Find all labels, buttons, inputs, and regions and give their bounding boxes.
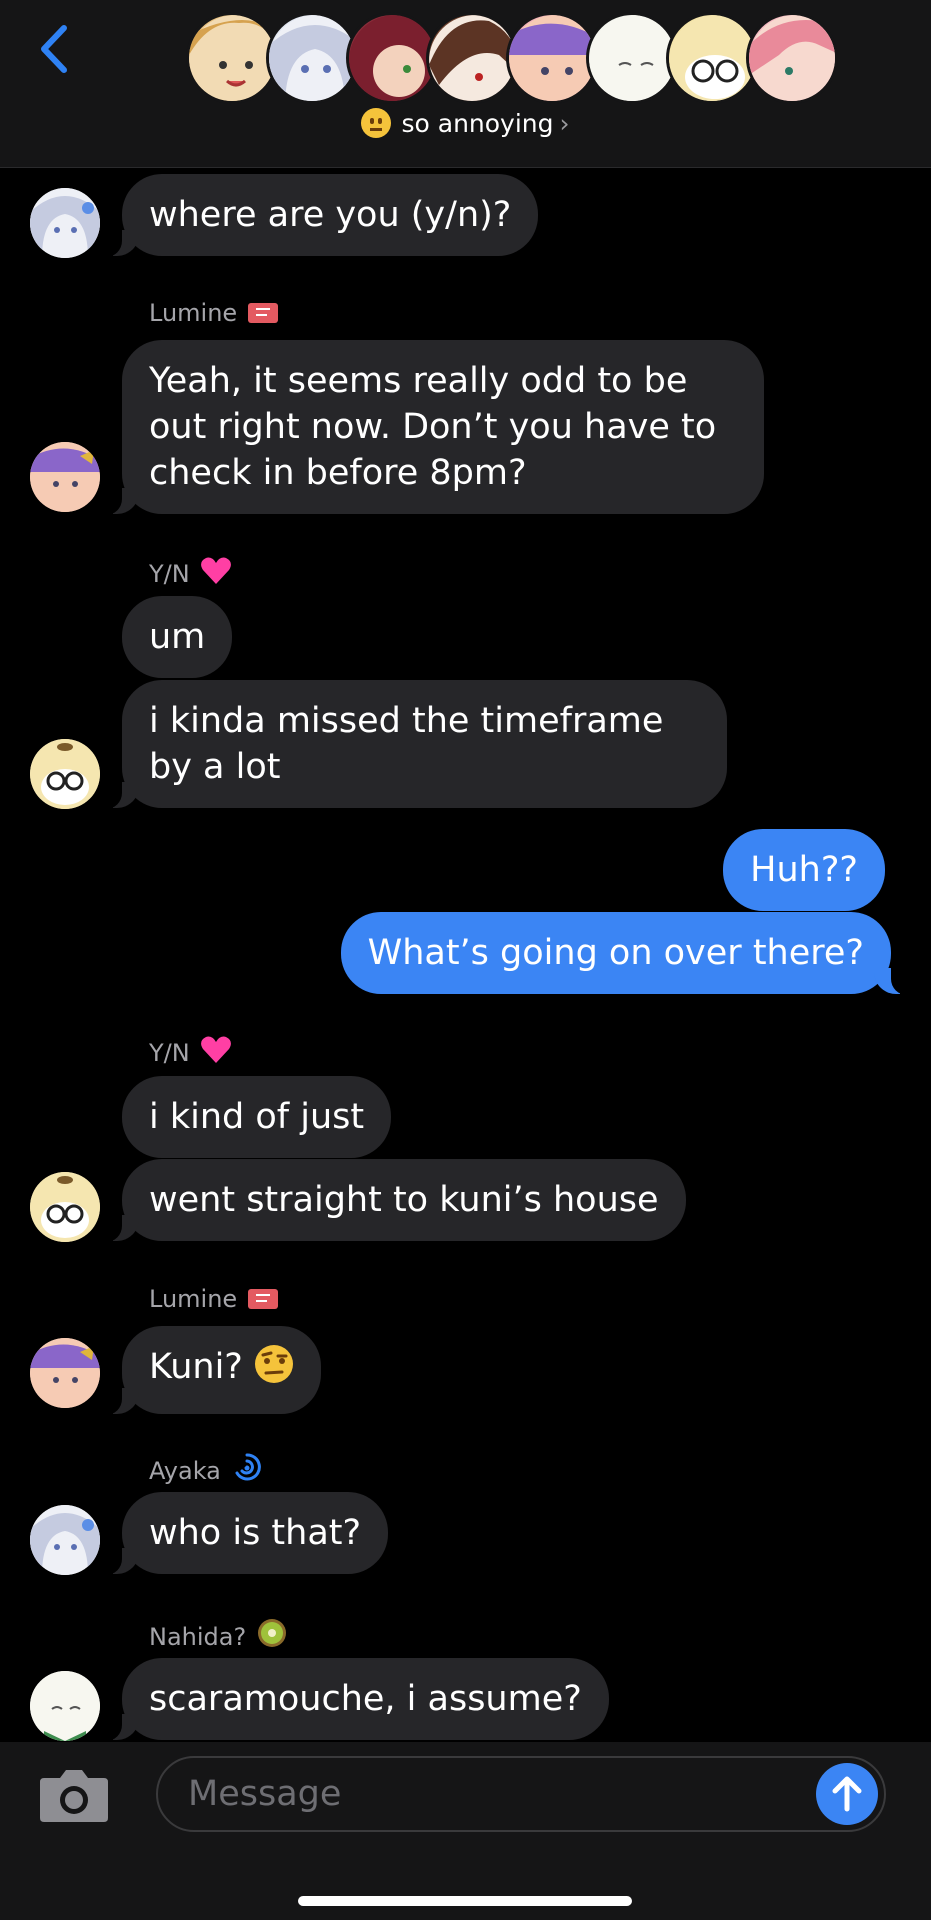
group-avatar	[746, 12, 838, 104]
sender-label: Nahida?	[149, 1623, 247, 1651]
chevron-right-icon: ›	[559, 109, 570, 138]
ticket-icon	[247, 301, 279, 331]
conversation-header: so annoying ›	[0, 0, 931, 168]
sender-label: Y/N	[149, 1039, 190, 1067]
message-bubble[interactable]: scaramouche, i assume?	[98, 1658, 609, 1741]
group-avatar	[666, 12, 758, 104]
arrow-up-icon	[832, 1776, 862, 1812]
sender-name: Lumine	[149, 299, 279, 331]
group-avatar	[506, 12, 598, 104]
camera-icon	[40, 1770, 108, 1822]
ticket-icon	[247, 1287, 279, 1317]
message-bubble-outgoing[interactable]: Huh??	[723, 829, 885, 911]
message-bubble[interactable]: went straight to kuni’s house	[98, 1159, 686, 1242]
group-name-label: so annoying	[401, 109, 554, 138]
group-avatar	[266, 12, 358, 104]
avatar[interactable]	[30, 739, 100, 809]
cyclone-icon	[231, 1451, 263, 1489]
sender-name: Y/N	[149, 556, 232, 592]
send-button[interactable]	[816, 1763, 878, 1825]
message-bubble[interactable]: who is that?	[97, 1492, 389, 1575]
avatar[interactable]	[30, 442, 100, 512]
sender-label: Lumine	[149, 1285, 238, 1313]
message-bubble[interactable]: i kinda missed the timeframe by a lot	[98, 680, 727, 809]
sender-name: Y/N	[149, 1035, 232, 1071]
sender-name: Ayaka	[149, 1451, 263, 1489]
group-avatar	[186, 12, 278, 104]
sender-name: Lumine	[149, 1285, 279, 1317]
group-name[interactable]: so annoying ›	[0, 108, 931, 138]
neutral-face-icon	[361, 108, 392, 138]
pink-heart-icon	[200, 556, 232, 592]
message-bubble[interactable]: Yeah, it seems really odd to be out righ…	[98, 340, 764, 515]
kiwi-icon	[256, 1617, 288, 1655]
raised-eyebrow-icon	[254, 1344, 294, 1396]
avatar[interactable]	[30, 1172, 100, 1242]
message-input[interactable]: Message	[156, 1756, 886, 1832]
sender-label: Lumine	[149, 299, 238, 327]
sender-label: Y/N	[149, 560, 190, 588]
chevron-left-icon	[41, 25, 67, 73]
sender-name: Nahida?	[149, 1617, 288, 1655]
group-avatar	[426, 12, 518, 104]
pink-heart-icon	[200, 1035, 232, 1071]
home-indicator	[298, 1896, 632, 1906]
avatar[interactable]	[30, 188, 100, 258]
camera-button[interactable]	[38, 1766, 110, 1824]
message-text: Kuni?	[149, 1347, 243, 1387]
group-avatar	[586, 12, 678, 104]
avatar[interactable]	[30, 1338, 100, 1408]
message-bubble[interactable]: i kind of just	[122, 1076, 392, 1158]
sender-label: Ayaka	[149, 1457, 221, 1485]
message-composer: Message	[0, 1742, 931, 1920]
message-placeholder: Message	[188, 1774, 342, 1814]
avatar[interactable]	[30, 1671, 100, 1741]
message-thread: where are you (y/n)? Lumine Yeah, it see…	[0, 168, 931, 1742]
avatar[interactable]	[30, 1505, 100, 1575]
group-avatars[interactable]	[186, 12, 838, 104]
back-button[interactable]	[34, 22, 74, 76]
group-avatar	[346, 12, 438, 104]
message-bubble[interactable]: where are you (y/n)?	[97, 174, 539, 257]
message-bubble[interactable]: um	[122, 596, 233, 678]
message-bubble[interactable]: Kuni?	[97, 1326, 322, 1415]
message-bubble-outgoing[interactable]: What’s going on over there?	[340, 912, 916, 995]
